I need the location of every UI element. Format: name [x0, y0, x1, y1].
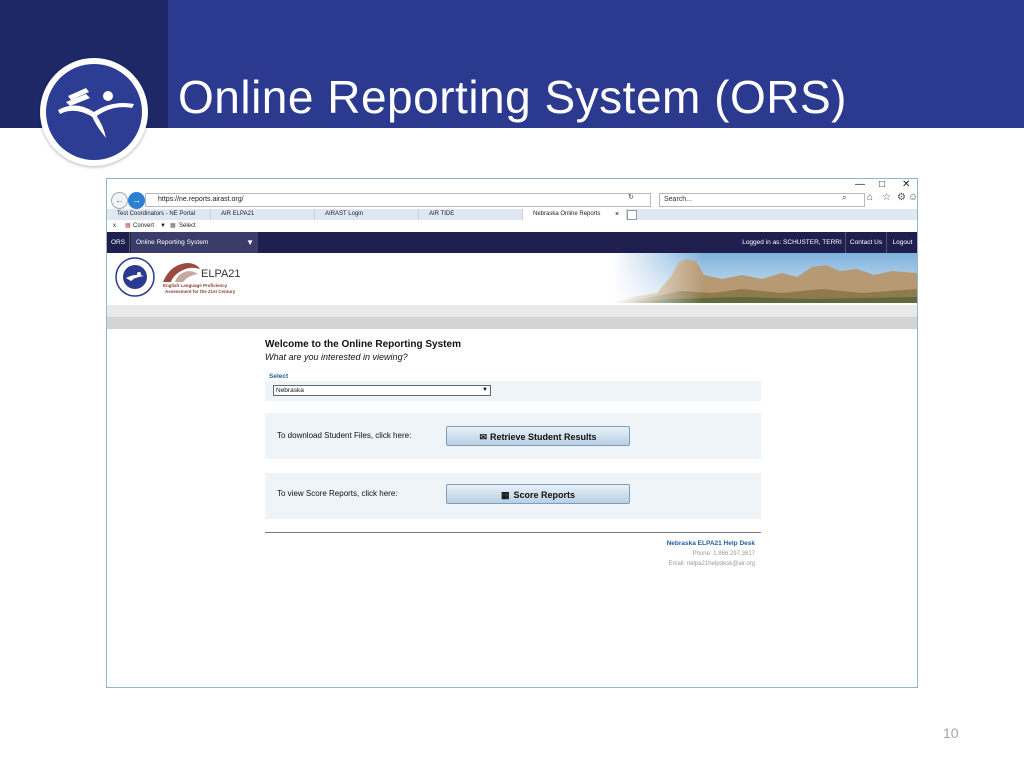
report-icon: ▦ [500, 490, 510, 500]
gray-divider-bar [107, 305, 917, 329]
menu-ors[interactable]: ORS [107, 232, 130, 253]
score-label: To view Score Reports, click here: [277, 489, 398, 498]
browser-tab[interactable]: AIR ELPA21 [211, 209, 315, 220]
state-select-value: Nebraska [276, 387, 304, 394]
close-tab-icon[interactable]: × [615, 209, 619, 220]
chevron-down-icon[interactable]: ▼ [160, 220, 166, 232]
window-titlebar: — □ ✕ [107, 179, 917, 191]
browser-tab-active[interactable]: Nebraska Online Reports [523, 209, 627, 220]
command-bar: x ▦ Convert ▼ ▦ Select [107, 220, 917, 232]
page-number: 10 [943, 725, 959, 741]
maximize-icon[interactable]: □ [879, 179, 885, 190]
nde-seal-icon [115, 257, 155, 297]
forward-icon[interactable]: → [128, 192, 145, 209]
ors-nav-bar: ORS Online Reporting System ▼ Logged in … [107, 232, 917, 253]
command-close[interactable]: x [113, 220, 116, 232]
score-button-label: Score Reports [513, 490, 576, 500]
gear-icon[interactable]: ⚙ [897, 192, 906, 203]
select-icon: ▦ [170, 223, 176, 229]
tab-strip: Test Coordinators - NE Portal AIR ELPA21… [107, 209, 917, 220]
smiley-icon[interactable]: ☺ [908, 192, 917, 203]
convert-button[interactable]: Convert [133, 220, 154, 232]
landscape-image [612, 253, 917, 303]
welcome-heading: Welcome to the Online Reporting System [265, 339, 461, 350]
search-box[interactable]: Search... [659, 193, 865, 207]
minimize-icon[interactable]: — [855, 179, 865, 190]
address-row: ← → https://ne.reports.airast.org/ ↻ Sea… [107, 191, 917, 209]
menu-online-reporting-system[interactable]: Online Reporting System ▼ [131, 232, 258, 253]
browser-screenshot: — □ ✕ ← → https://ne.reports.airast.org/… [106, 178, 918, 688]
refresh-icon[interactable]: ↻ [628, 193, 634, 201]
logout-link[interactable]: Logout [886, 232, 917, 253]
ors-banner: ELPA21 English Language Proficiency Asse… [107, 253, 917, 305]
favorites-icon[interactable]: ☆ [882, 192, 891, 203]
browser-tab[interactable]: AIR TIDE [419, 209, 523, 220]
help-title: Nebraska ELPA21 Help Desk [666, 540, 755, 547]
download-label: To download Student Files, click here: [277, 431, 412, 440]
slide-header: Online Reporting System (ORS) [0, 0, 1024, 166]
state-select[interactable]: Nebraska ▼ [273, 385, 491, 396]
retrieve-student-results-button[interactable]: ✉ Retrieve Student Results [446, 426, 630, 446]
close-window-icon[interactable]: ✕ [902, 179, 910, 190]
contact-us-link[interactable]: Contact Us [845, 232, 886, 253]
home-icon[interactable]: ⌂ [867, 192, 873, 203]
book-bird-icon [58, 88, 134, 138]
logo [40, 58, 148, 166]
browser-tab[interactable]: AIRAST Login [315, 209, 419, 220]
envelope-icon: ✉ [479, 432, 487, 442]
logged-in-text: Logged in as: SCHUSTER, TERRI [742, 239, 842, 246]
score-panel: To view Score Reports, click here: ▦ Scor… [265, 473, 761, 519]
help-email[interactable]: Email: nelpa21helpdesk@air.org [667, 559, 755, 569]
main-content: Welcome to the Online Reporting System W… [265, 339, 761, 567]
menu-system-label: Online Reporting System [136, 239, 209, 246]
content-divider [265, 532, 761, 533]
new-tab-icon[interactable] [627, 210, 637, 220]
back-icon[interactable]: ← [111, 192, 128, 209]
interest-question: What are you interested in viewing? [265, 352, 408, 362]
download-panel: To download Student Files, click here: ✉… [265, 413, 761, 459]
chevron-down-icon: ▼ [246, 238, 254, 247]
select-button[interactable]: Select [179, 220, 196, 232]
help-desk: Nebraska ELPA21 Help Desk Phone: 1.866.2… [667, 539, 755, 569]
elpa-subtitle-2: Assessment for the 21st Century [165, 289, 236, 294]
help-phone: Phone: 1.866.297.3617 [692, 551, 755, 557]
score-reports-button[interactable]: ▦ Score Reports [446, 484, 630, 504]
elpa-logo-text: ELPA21 [201, 268, 241, 280]
chevron-down-icon: ▼ [482, 387, 488, 393]
browser-tab[interactable]: Test Coordinators - NE Portal [107, 209, 211, 220]
retrieve-button-label: Retrieve Student Results [490, 432, 597, 442]
select-panel: Nebraska ▼ [265, 381, 761, 401]
elpa-subtitle-1: English Language Proficiency [163, 283, 228, 288]
slide-title: Online Reporting System (ORS) [178, 71, 847, 123]
elpa-arch-icon [163, 263, 200, 282]
convert-icon: ▦ [125, 223, 131, 229]
search-icon[interactable]: ⌕ [842, 193, 846, 203]
address-bar[interactable]: https://ne.reports.airast.org/ [145, 193, 651, 207]
select-label: Select [269, 373, 289, 380]
